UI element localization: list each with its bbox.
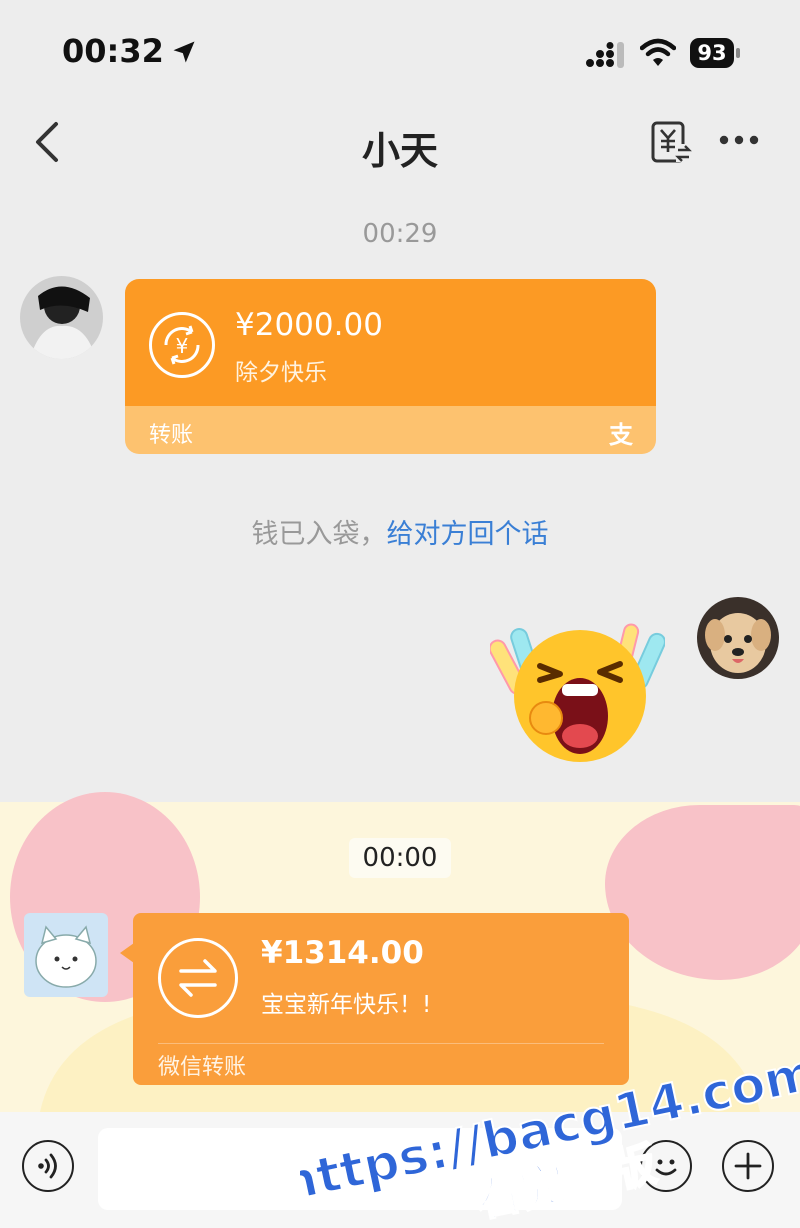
yuan-coin-icon: ¥ (149, 312, 215, 378)
svg-text:¥: ¥ (176, 334, 189, 358)
site-watermark: https://bacg14.com 看完整版 (300, 1042, 800, 1228)
reply-link[interactable]: 给对方回个话 (387, 519, 549, 550)
wifi-icon (640, 38, 676, 66)
message-timestamp: 00:00 (349, 838, 451, 878)
transfer-amount: ¥1314.00 (261, 935, 424, 971)
status-time: 00:32 (62, 32, 164, 70)
screaming-emoji-sticker[interactable] (490, 618, 665, 766)
transfer-note: 宝宝新年快乐！! (261, 992, 432, 1018)
transfer-arrows-icon (158, 938, 238, 1018)
friend-avatar[interactable] (20, 276, 103, 359)
transfer-label: 微信转账 (158, 1055, 247, 1080)
system-notice-text: 钱已入袋， (251, 519, 387, 550)
message-timestamp: 00:29 (362, 219, 438, 249)
system-notice: 钱已入袋，给对方回个话 (0, 512, 800, 551)
transfer-note: 除夕快乐 (235, 360, 327, 386)
transfer-amount: ¥2000.00 (235, 307, 383, 343)
transfer-label: 转账 (149, 423, 194, 448)
friend-avatar[interactable] (24, 913, 108, 997)
alipay-transfer-card[interactable]: ¥ ¥2000.00 除夕快乐 转账 支 (125, 279, 656, 454)
alipay-logo: 支 (609, 421, 633, 449)
voice-icon (38, 1153, 57, 1179)
signal-icon (586, 42, 624, 68)
battery-level: 93 (690, 38, 734, 68)
battery-icon: 93 (690, 38, 742, 68)
more-icon[interactable] (718, 128, 760, 152)
money-transfer-icon[interactable] (650, 120, 692, 164)
my-avatar[interactable] (697, 597, 779, 679)
bubble-tail (120, 943, 134, 963)
location-arrow-icon (173, 41, 195, 63)
voice-button[interactable] (22, 1140, 74, 1192)
